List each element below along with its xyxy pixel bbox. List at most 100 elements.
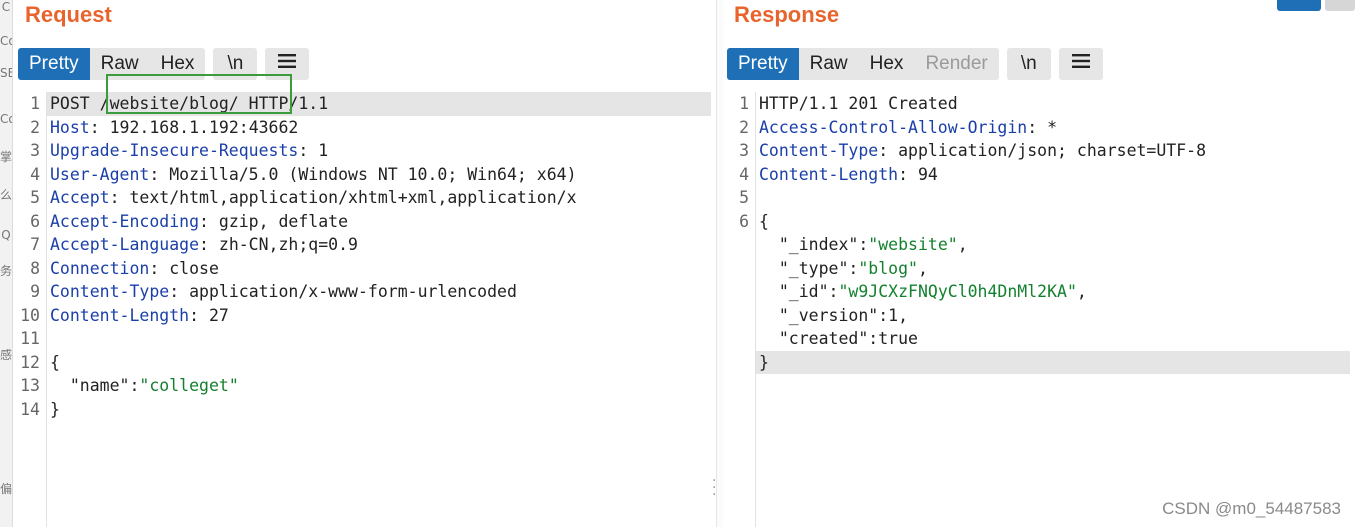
line-number xyxy=(722,233,749,257)
edge-char: 么 xyxy=(0,188,13,202)
header-name: Content-Length xyxy=(50,305,190,325)
code-line: Connection: close xyxy=(50,257,219,281)
edge-char: Q xyxy=(1,228,11,242)
code-text: :1, xyxy=(878,305,909,325)
code-text: :true xyxy=(868,329,918,348)
header-name: Content-Type xyxy=(759,141,879,160)
code-text: : gzip, deflate xyxy=(199,211,349,231)
layout-split-button[interactable] xyxy=(1277,0,1321,11)
edge-char: Co xyxy=(0,112,12,126)
header-name: Connection xyxy=(50,258,150,278)
json-string: "colleget" xyxy=(139,376,239,395)
code-line: Content-Length: 94 xyxy=(759,163,938,187)
line-number: 7 xyxy=(30,235,40,254)
response-title: Response xyxy=(734,2,840,27)
header-name: Access-Control-Allow-Origin xyxy=(759,117,1028,137)
code-line: Access-Control-Allow-Origin: * xyxy=(759,116,1057,140)
line-number xyxy=(722,304,749,328)
json-string: "website" xyxy=(868,235,958,254)
tab-render[interactable]: Render xyxy=(914,48,998,80)
code-text: "_id" xyxy=(759,282,829,301)
code-line: HTTP/1.1 201 Created xyxy=(759,92,958,116)
left-edge-strip: C Co SE Co 掌 么 Q 务 感 偏 xyxy=(0,0,13,527)
code-text: : 1 xyxy=(298,141,329,160)
code-text: : * xyxy=(1027,117,1058,137)
code-text: : 94 xyxy=(898,164,938,184)
code-text: : xyxy=(129,376,140,395)
request-editor[interactable]: 1 POST /website/blog/ HTTP/1.1 2 Host: 192.… xyxy=(13,92,716,527)
line-number: 13 xyxy=(20,376,40,395)
edge-char: 掌 xyxy=(0,150,13,164)
code-line: Host: 192.168.1.192:43662 xyxy=(50,116,298,140)
menu-button[interactable] xyxy=(1058,48,1103,80)
line-number: 4 xyxy=(30,164,40,184)
code-line: "name":"colleget" xyxy=(50,374,239,398)
tab-raw[interactable]: Raw xyxy=(799,48,859,80)
code-text: { xyxy=(50,352,60,372)
code-line: } xyxy=(759,351,769,375)
code-line: Content-Type: application/json; charset=… xyxy=(759,139,1206,163)
code-text: : application/json; charset=UTF-8 xyxy=(878,141,1207,160)
header-name: Accept-Language xyxy=(50,235,200,254)
header-name: Host xyxy=(50,117,90,137)
line-number: 8 xyxy=(30,258,40,278)
hamburger-icon xyxy=(277,53,297,75)
code-text: , xyxy=(917,258,928,278)
code-line: Content-Length: 27 xyxy=(50,304,229,328)
code-text: : zh-CN,zh;q=0.9 xyxy=(199,235,358,254)
line-number: 10 xyxy=(20,305,40,325)
code-text: : text/html,application/xhtml+xml,applic… xyxy=(109,188,577,207)
newline-toggle-button[interactable]: \n xyxy=(1006,48,1051,80)
code-text: HTTP/1.1 201 Created xyxy=(759,94,958,113)
code-text: "name" xyxy=(50,376,130,395)
code-line: Accept-Encoding: gzip, deflate xyxy=(50,210,348,234)
line-number: 5 xyxy=(739,188,749,207)
line-number: 1 xyxy=(739,94,749,113)
watermark: CSDN @m0_54487583 xyxy=(1162,499,1341,518)
line-number: 3 xyxy=(739,141,749,160)
code-text: , xyxy=(1076,282,1087,301)
header-name: Accept xyxy=(50,188,110,207)
code-text: { xyxy=(759,211,769,231)
edge-char: 感 xyxy=(0,348,13,362)
line-number: 2 xyxy=(30,117,40,137)
tab-pretty[interactable]: Pretty xyxy=(727,48,799,80)
code-text: } xyxy=(50,399,60,419)
json-string: "w9JCXzFNQyCl0h4DnMl2KA" xyxy=(838,282,1077,301)
highlighted-line xyxy=(756,350,1350,374)
request-title: Request xyxy=(25,2,112,27)
code-text: : application/x-www-form-urlencoded xyxy=(169,282,517,301)
header-name: Content-Type xyxy=(50,282,170,301)
code-line: { xyxy=(50,351,60,375)
response-view-tabs: Pretty Raw Hex Render \n xyxy=(727,48,1103,80)
line-number xyxy=(722,351,749,375)
code-line: "_index":"website", xyxy=(759,233,968,257)
line-number xyxy=(722,257,749,281)
edge-char: C xyxy=(1,0,11,14)
line-number xyxy=(722,280,749,304)
response-editor[interactable]: 1 HTTP/1.1 201 Created 2 Access-Control-All… xyxy=(722,92,1355,527)
code-text: : xyxy=(828,282,839,301)
code-line: } xyxy=(50,398,60,422)
layout-buttons xyxy=(1277,0,1355,11)
code-text: , xyxy=(957,235,968,254)
code-line: "created":true xyxy=(759,327,918,351)
code-line: "_type":"blog", xyxy=(759,257,928,281)
code-text: : close xyxy=(149,258,219,278)
line-number: 3 xyxy=(30,141,40,160)
code-line: Accept: text/html,application/xhtml+xml,… xyxy=(50,186,577,210)
layout-single-button[interactable] xyxy=(1325,0,1355,11)
tab-hex[interactable]: Hex xyxy=(859,48,915,80)
tab-pretty[interactable]: Pretty xyxy=(18,48,90,80)
code-text: : Mozilla/5.0 (Windows NT 10.0; Win64; x… xyxy=(149,164,577,184)
code-line: Upgrade-Insecure-Requests: 1 xyxy=(50,139,328,163)
code-text: : 192.168.1.192:43662 xyxy=(89,117,299,137)
code-line: { xyxy=(759,210,769,234)
code-text: "_version" xyxy=(759,305,879,325)
hamburger-icon xyxy=(1071,53,1091,75)
edge-char: 务 xyxy=(0,264,13,278)
code-text: "created" xyxy=(759,329,869,348)
code-line: "_id":"w9JCXzFNQyCl0h4DnMl2KA", xyxy=(759,280,1087,304)
line-number: 2 xyxy=(739,117,749,137)
response-panel: Response Pretty Raw Hex Render \n 1 HTTP/… xyxy=(722,0,1355,527)
